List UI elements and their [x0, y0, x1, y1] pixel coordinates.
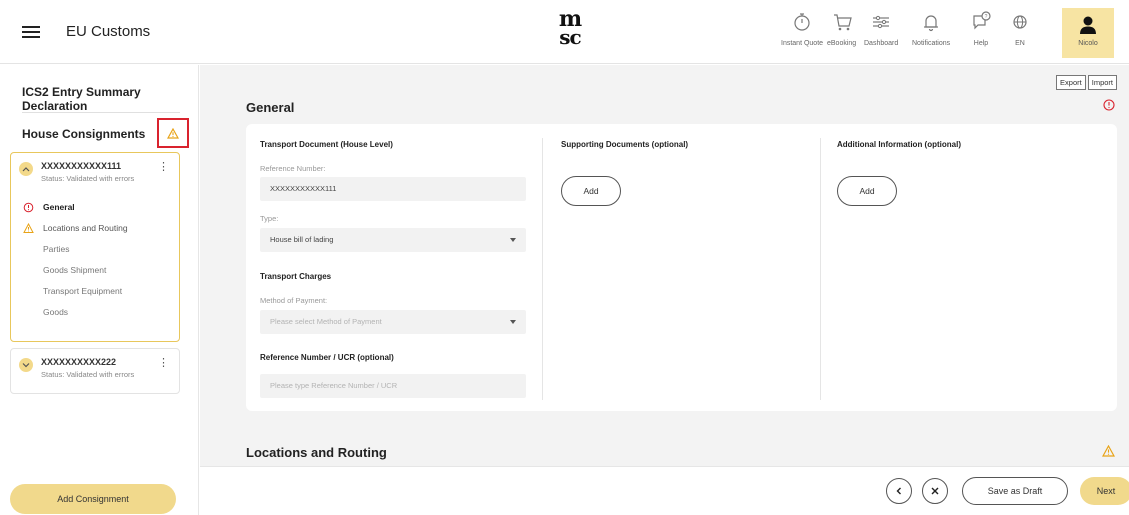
method-of-payment-label: Method of Payment: — [260, 296, 328, 305]
close-icon — [931, 487, 939, 495]
dropdown-caret-icon — [510, 320, 516, 324]
nav-label: Instant Quote — [781, 40, 824, 47]
sidebar: ICS2 Entry Summary Declaration House Con… — [0, 65, 199, 515]
consignment-sections: General Locations and Routing Parties Go… — [11, 193, 179, 333]
consignment-header[interactable]: XXXXXXXXXX222 Status: Validated with err… — [11, 349, 179, 389]
type-select[interactable]: House bill of lading — [260, 228, 526, 252]
reference-number-label: Reference Number: — [260, 164, 326, 173]
main-content[interactable]: Export Import General Transport Document… — [200, 65, 1129, 466]
kebab-menu-icon[interactable]: ⋮ — [158, 160, 169, 173]
method-of-payment-placeholder: Please select Method of Payment — [270, 317, 382, 326]
section-general[interactable]: General — [11, 197, 179, 218]
nav-label: eBooking — [827, 40, 857, 47]
nav-dashboard[interactable]: Dashboard — [864, 10, 898, 60]
general-section-title: General — [246, 100, 295, 115]
section-label: General — [43, 202, 75, 212]
nav-instant-quote[interactable]: Instant Quote — [781, 10, 823, 60]
export-import-group: Export Import — [1054, 75, 1117, 90]
previous-button[interactable] — [886, 478, 912, 504]
section-label: Transport Equipment — [43, 286, 123, 296]
menu-icon[interactable] — [22, 26, 40, 38]
nav-label: EN — [1015, 40, 1025, 47]
app-title: EU Customs — [66, 23, 151, 40]
section-label: Goods — [43, 307, 69, 317]
supporting-documents-title: Supporting Documents (optional) — [561, 140, 689, 149]
nav-help[interactable]: ? Help — [969, 10, 993, 60]
type-label: Type: — [260, 214, 279, 223]
footer-bar: Save as Draft Next — [200, 466, 1129, 515]
chevron-up-icon[interactable] — [19, 162, 33, 176]
nav-language[interactable]: EN — [1008, 10, 1032, 60]
user-label: Nicolo — [1078, 40, 1098, 47]
sliders-icon — [873, 15, 890, 29]
import-button[interactable]: Import — [1087, 75, 1117, 90]
app-root: EU Customs m sc Instant Quote eBooking D… — [0, 0, 1129, 515]
section-label: Goods Shipment — [43, 265, 107, 275]
consignment-id: XXXXXXXXXX222 — [41, 357, 117, 367]
section-parties[interactable]: Parties — [11, 239, 179, 260]
globe-icon — [1013, 15, 1027, 29]
top-header: EU Customs m sc Instant Quote eBooking D… — [0, 0, 1129, 64]
help-chat-icon: ? — [973, 11, 991, 30]
add-additional-information-button[interactable]: Add — [837, 176, 897, 206]
svg-text:?: ? — [985, 14, 988, 20]
chevron-left-icon — [896, 487, 901, 495]
section-label: Parties — [43, 244, 70, 254]
transport-document-title: Transport Document (House Level) — [260, 140, 393, 149]
warning-icon — [23, 223, 34, 233]
consignment-card-expanded[interactable]: XXXXXXXXXXX111 Status: Validated with er… — [10, 152, 180, 342]
transport-document-column: Transport Document (House Level) Referen… — [260, 124, 528, 411]
user-profile-button[interactable]: Nicolo — [1062, 8, 1114, 58]
section-goods[interactable]: Goods — [11, 302, 179, 323]
export-button[interactable]: Export — [1056, 75, 1086, 90]
consignment-header[interactable]: XXXXXXXXXXX111 Status: Validated with er… — [11, 153, 179, 193]
consignment-status: Status: Validated with errors — [41, 174, 135, 183]
consignment-card-collapsed[interactable]: XXXXXXXXXX222 Status: Validated with err… — [10, 348, 180, 394]
logo-line2: sc — [559, 25, 581, 49]
general-card: Transport Document (House Level) Referen… — [246, 124, 1117, 411]
user-icon — [1080, 16, 1096, 34]
house-consignments-heading: House Consignments — [22, 127, 146, 141]
next-button[interactable]: Next — [1080, 477, 1129, 505]
warning-icon — [167, 127, 179, 139]
warning-icon — [1102, 445, 1115, 457]
nav-label: Dashboard — [864, 40, 899, 47]
section-locations-routing[interactable]: Locations and Routing — [11, 218, 179, 239]
type-value: House bill of lading — [270, 235, 334, 244]
transport-charges-title: Transport Charges — [260, 272, 332, 281]
stopwatch-icon — [794, 13, 810, 31]
consignment-id: XXXXXXXXXXX111 — [41, 161, 122, 171]
reference-number-field[interactable]: XXXXXXXXXXX111 — [260, 177, 526, 201]
close-button[interactable] — [922, 478, 948, 504]
supporting-documents-column: Supporting Documents (optional) Add — [542, 138, 818, 400]
add-supporting-document-button[interactable]: Add — [561, 176, 621, 206]
add-consignment-button[interactable]: Add Consignment — [10, 484, 176, 514]
sidebar-divider — [22, 112, 180, 113]
msc-logo[interactable]: m sc — [548, 8, 592, 54]
ucr-input[interactable]: Please type Reference Number / UCR — [260, 374, 526, 398]
dropdown-caret-icon — [510, 238, 516, 242]
ucr-title: Reference Number / UCR (optional) — [260, 353, 394, 362]
locations-routing-section-title: Locations and Routing — [246, 445, 387, 460]
nav-ebooking[interactable]: eBooking — [827, 10, 856, 60]
error-icon — [23, 202, 34, 213]
section-goods-shipment[interactable]: Goods Shipment — [11, 260, 179, 281]
chevron-down-icon[interactable] — [19, 358, 33, 372]
cart-icon — [833, 14, 852, 31]
consignments-warning-button[interactable] — [157, 118, 189, 148]
error-icon — [1103, 99, 1115, 111]
kebab-menu-icon[interactable]: ⋮ — [158, 356, 169, 369]
nav-label: Notifications — [912, 40, 951, 47]
nav-label: Help — [973, 40, 989, 47]
save-as-draft-button[interactable]: Save as Draft — [962, 477, 1068, 505]
consignment-status: Status: Validated with errors — [41, 370, 135, 379]
method-of-payment-select[interactable]: Please select Method of Payment — [260, 310, 526, 334]
sidebar-title: ICS2 Entry Summary Declaration — [22, 85, 141, 113]
additional-information-title: Additional Information (optional) — [837, 140, 961, 149]
additional-information-column: Additional Information (optional) Add — [820, 138, 1110, 400]
section-label: Locations and Routing — [43, 223, 128, 233]
bell-icon — [924, 15, 939, 32]
nav-notifications[interactable]: Notifications — [912, 10, 950, 60]
section-transport-equipment[interactable]: Transport Equipment — [11, 281, 179, 302]
